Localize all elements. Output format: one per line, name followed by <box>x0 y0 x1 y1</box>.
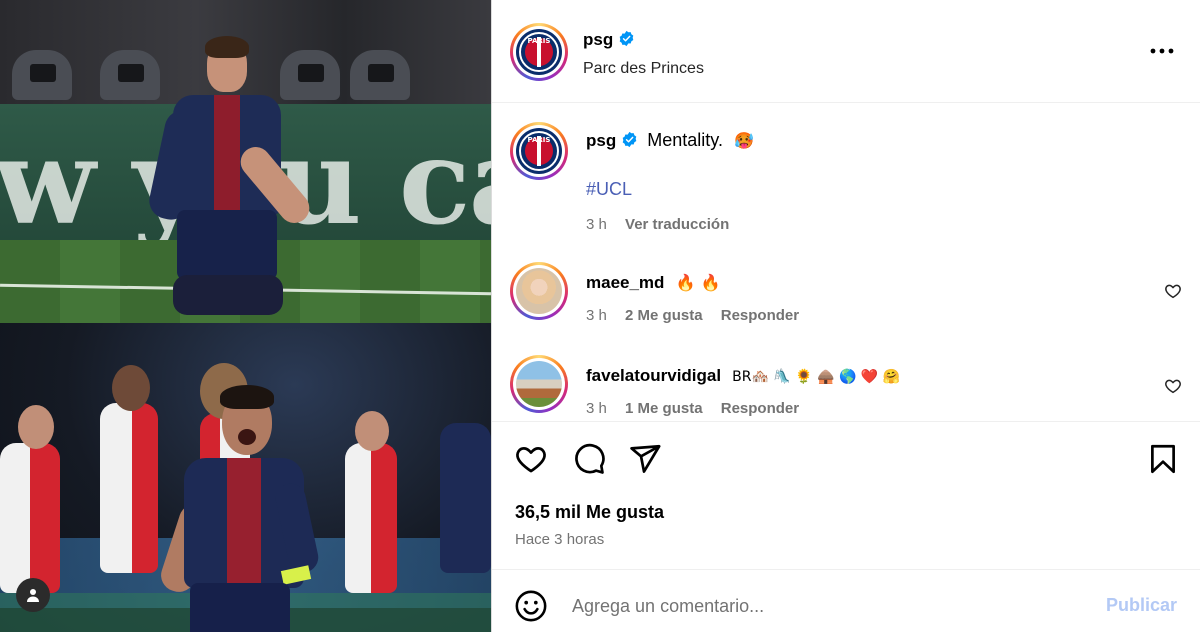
player-celebrating <box>156 383 322 632</box>
commenter-avatar[interactable] <box>510 355 568 413</box>
post-header: PARIS psg Parc des Princes <box>492 0 1200 103</box>
comment-like-heart-icon[interactable] <box>1164 282 1182 300</box>
opponent-player <box>100 403 158 573</box>
like-heart-icon[interactable] <box>514 442 548 476</box>
verified-badge-icon <box>619 30 634 47</box>
teammate-player <box>440 423 491 573</box>
avatar-photo <box>516 268 562 314</box>
reply-button[interactable]: Responder <box>721 400 799 417</box>
caption-time[interactable]: 3 h <box>586 216 607 233</box>
translate-link[interactable]: Ver traducción <box>625 216 729 233</box>
comment-username[interactable]: maee_md <box>586 273 664 292</box>
psg-logo-icon: PARIS <box>516 29 562 75</box>
comment-text: BR🏘️ 🛝 🌻 🛖 🌎 ❤️ 🤗 <box>732 369 901 385</box>
photographer <box>12 50 72 100</box>
more-options-button[interactable] <box>1148 40 1176 62</box>
author-avatar[interactable]: PARIS <box>510 23 568 81</box>
tagged-users-button[interactable] <box>16 578 50 612</box>
comment-input[interactable] <box>572 593 1072 619</box>
comment-bubble-icon[interactable] <box>572 442 606 476</box>
post-panel: PARIS psg Parc des Princes PARIS psg Men… <box>492 0 1200 632</box>
caption-username[interactable]: psg <box>586 131 616 150</box>
comments-list[interactable]: PARIS psg Mentality. 🥵 #UCL 3 h Ver trad… <box>492 104 1200 422</box>
hashtag-link[interactable]: #UCL <box>586 179 1160 200</box>
author-name-row: psg <box>583 30 635 50</box>
post-timestamp[interactable]: Hace 3 horas <box>515 531 604 548</box>
reply-button[interactable]: Responder <box>721 307 799 324</box>
user-icon <box>27 589 39 602</box>
photographer <box>350 50 410 100</box>
like-count[interactable]: 36,5 mil Me gusta <box>515 502 664 523</box>
caption-avatar[interactable]: PARIS <box>510 122 568 180</box>
post-location[interactable]: Parc des Princes <box>583 60 704 78</box>
save-bookmark-icon[interactable] <box>1146 442 1180 476</box>
verified-badge-icon <box>622 131 637 148</box>
comment-time[interactable]: 3 h <box>586 307 607 324</box>
emoji-smiley-icon[interactable] <box>514 589 548 623</box>
caption-text: Mentality. <box>647 130 723 150</box>
comment-text: 🔥 🔥 <box>675 273 721 292</box>
post-media[interactable]: w you ca <box>0 0 491 632</box>
more-horizontal-icon <box>1150 48 1174 54</box>
action-bar: 36,5 mil Me gusta Hace 3 horas <box>492 422 1200 570</box>
comment-composer: Publicar <box>492 571 1200 632</box>
comment-username[interactable]: favelatourvidigal <box>586 366 721 385</box>
comment-likes[interactable]: 2 Me gusta <box>625 307 703 324</box>
opponent-head <box>112 365 150 411</box>
media-image-bottom <box>0 323 491 632</box>
opponent-player <box>345 443 397 593</box>
opponent-head <box>18 405 54 449</box>
publish-button[interactable]: Publicar <box>1106 595 1177 616</box>
media-image-top: w you ca <box>0 0 491 323</box>
comment-likes[interactable]: 1 Me gusta <box>625 400 703 417</box>
opponent-head <box>355 411 389 451</box>
comment-like-heart-icon[interactable] <box>1164 377 1182 395</box>
player-kneeling <box>146 36 316 315</box>
caption-emoji: 🥵 <box>733 131 754 150</box>
comment-time[interactable]: 3 h <box>586 400 607 417</box>
photographer <box>100 50 160 100</box>
avatar-photo <box>516 361 562 407</box>
psg-logo-icon: PARIS <box>516 128 562 174</box>
author-username[interactable]: psg <box>583 30 613 49</box>
commenter-avatar[interactable] <box>510 262 568 320</box>
share-paper-plane-icon[interactable] <box>628 442 662 476</box>
opponent-player <box>0 443 60 593</box>
